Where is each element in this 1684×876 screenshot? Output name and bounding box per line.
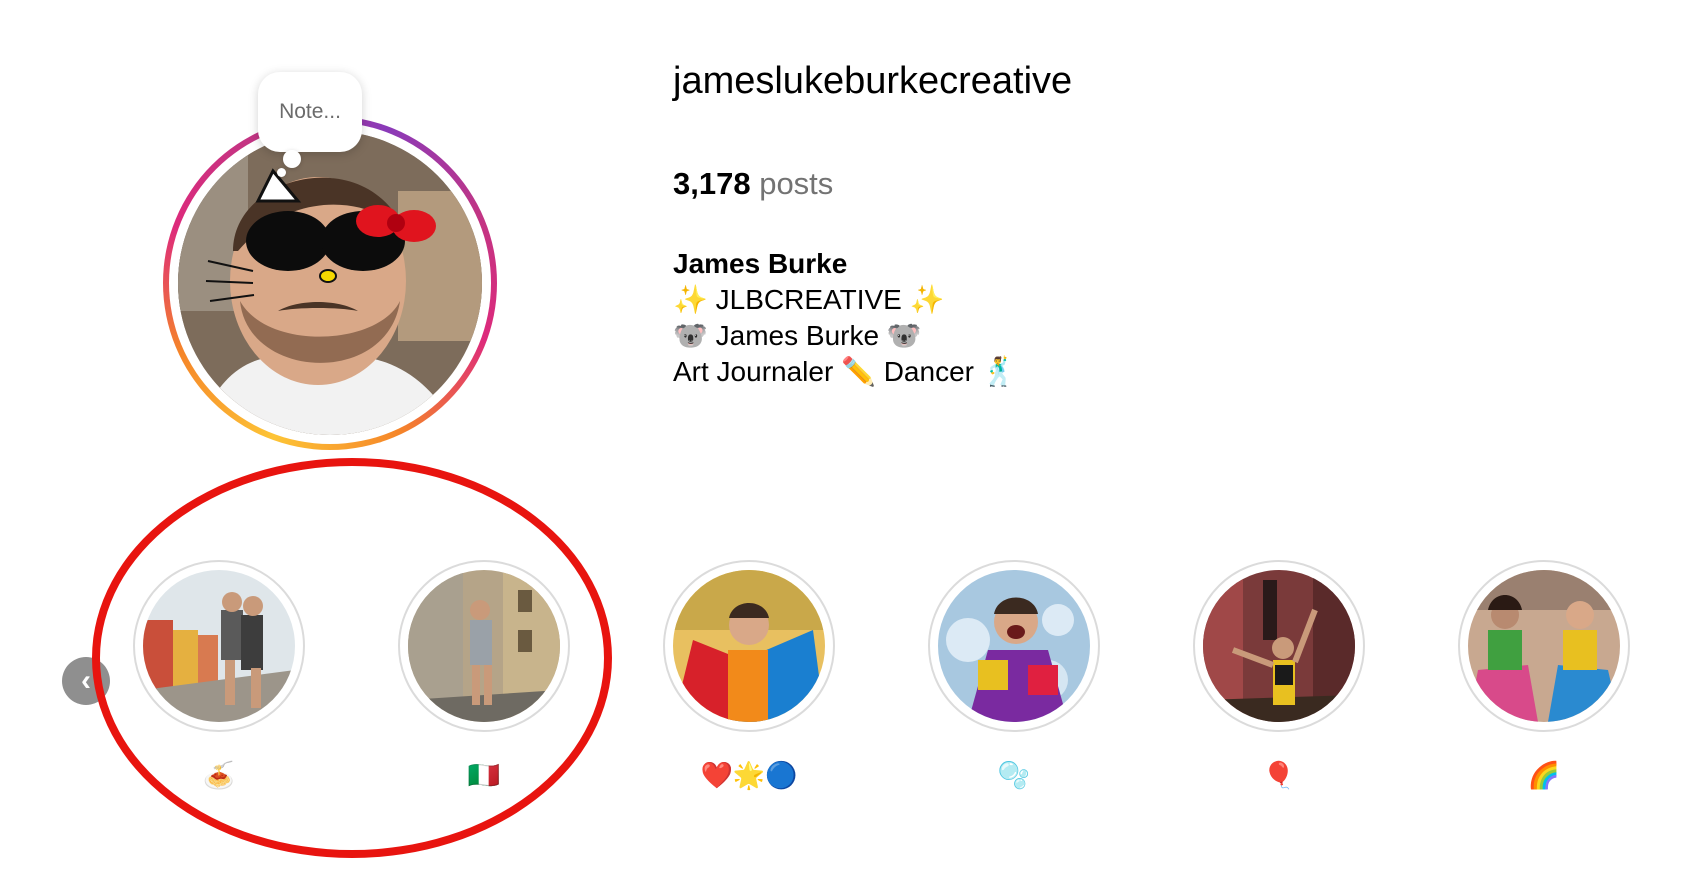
highlight-label: 🫧 — [997, 760, 1031, 790]
note-bubble-tail — [283, 150, 301, 168]
highlight-label: 🌈 — [1527, 760, 1561, 790]
highlight-cover — [1468, 570, 1620, 722]
highlight-label: 🇮🇹 — [467, 760, 501, 790]
posts-count-label: posts — [759, 166, 834, 201]
chevron-left-icon: ‹ — [81, 664, 91, 697]
highlight-cover — [408, 570, 560, 722]
highlights-prev-button[interactable]: ‹ — [62, 657, 110, 705]
story-highlight[interactable]: 🌈 — [1458, 560, 1634, 794]
note-bubble-tail-small — [277, 168, 286, 177]
story-highlight[interactable]: ❤️🌟🔵 — [663, 560, 839, 794]
highlight-label: ❤️🌟🔵 — [700, 760, 798, 790]
note-placeholder: Note... — [279, 100, 341, 123]
profile-avatar-story-ring[interactable] — [163, 116, 497, 450]
highlight-cover — [938, 570, 1090, 722]
bio-line: ✨ JLBCREATIVE ✨ — [673, 284, 945, 315]
bio-line: 🐨 James Burke 🐨 — [673, 320, 922, 351]
profile-avatar — [178, 131, 482, 435]
highlight-label: 🎈 — [1262, 760, 1296, 790]
note-bubble[interactable]: Note... — [258, 72, 362, 152]
highlight-cover — [673, 570, 825, 722]
bio-line: Art Journaler ✏️ Dancer 🕺 — [673, 356, 1017, 387]
highlight-cover — [1203, 570, 1355, 722]
bio-full-name: James Burke — [673, 248, 848, 279]
story-highlight[interactable]: 🍝 — [133, 560, 309, 794]
story-highlight[interactable]: 🇮🇹 — [398, 560, 574, 794]
posts-count-value: 3,178 — [673, 166, 751, 201]
profile-bio: James Burke ✨ JLBCREATIVE ✨ 🐨 James Burk… — [673, 246, 1017, 390]
story-highlight[interactable]: 🎈 — [1193, 560, 1369, 794]
profile-username: jameslukeburkecreative — [673, 60, 1073, 102]
highlight-label: 🍝 — [202, 760, 236, 790]
posts-count[interactable]: 3,178 posts — [673, 166, 833, 202]
story-highlight[interactable]: 🫧 — [928, 560, 1104, 794]
highlight-cover — [143, 570, 295, 722]
